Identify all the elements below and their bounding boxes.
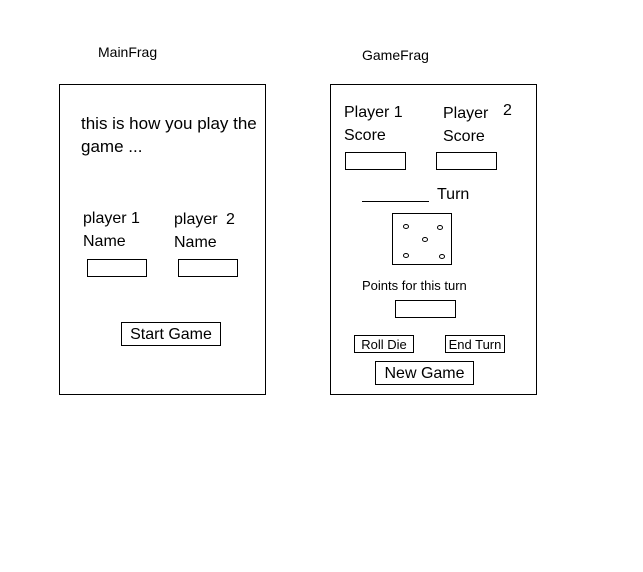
points-for-turn-field [395,300,456,318]
roll-die-button[interactable]: Roll Die [354,335,414,353]
instructions-line-2: game ... [81,137,143,156]
player2-name-label-line-2: Name [174,234,217,251]
die-pip [403,224,409,229]
die-pip [403,253,409,258]
instructions-line-1: this is how you play the [81,114,257,133]
player2-name-label-number: 2 [226,211,235,228]
mainfrag-title: MainFrag [98,44,158,60]
player2-score-field [436,152,497,170]
player2-score-label-line-1: Player [443,105,489,122]
die-face [392,213,452,265]
mainfrag-screen: this is how you play the game ... player… [59,84,266,395]
player2-name-input[interactable] [178,259,238,277]
die-pip [439,254,445,259]
points-for-turn-label: Points for this turn [362,278,467,293]
gamefrag-screen: Player 1 Score Player 2 Score Turn Point… [330,84,537,395]
new-game-button[interactable]: New Game [375,361,474,385]
player2-score-label-line-2: Score [443,128,485,145]
player1-score-label-line-1: Player 1 [344,104,403,121]
player1-name-label-line-2: Name [83,233,126,250]
player1-score-label-line-2: Score [344,127,386,144]
die-pip [437,225,443,230]
end-turn-button[interactable]: End Turn [445,335,505,353]
player2-name-label-line-1: player [174,211,218,228]
turn-player-name-blank [362,201,429,202]
player1-name-label-line-1: player 1 [83,210,140,227]
player1-name-input[interactable] [87,259,147,277]
player2-score-label-number: 2 [503,102,512,119]
turn-label: Turn [437,186,470,203]
start-game-button[interactable]: Start Game [121,322,221,346]
player1-score-field [345,152,406,170]
gamefrag-title: GameFrag [362,47,429,63]
die-pip [422,237,428,242]
